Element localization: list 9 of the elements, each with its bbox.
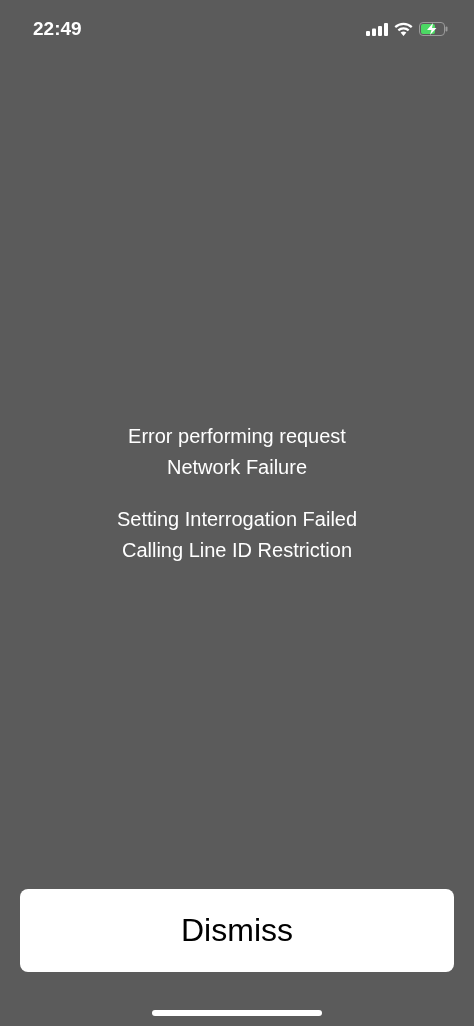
signal-icon: [366, 22, 388, 36]
battery-charging-icon: [419, 22, 448, 36]
error-message-line: Network Failure: [166, 456, 307, 479]
error-message-line: Error performing request: [128, 425, 346, 448]
wifi-icon: [394, 22, 413, 36]
status-time: 22:49: [33, 18, 82, 40]
error-message-line: Setting Interrogation Failed: [116, 508, 358, 531]
error-message-line: Calling Line ID Restriction: [121, 539, 353, 562]
dismiss-button[interactable]: Dismiss: [20, 889, 454, 972]
